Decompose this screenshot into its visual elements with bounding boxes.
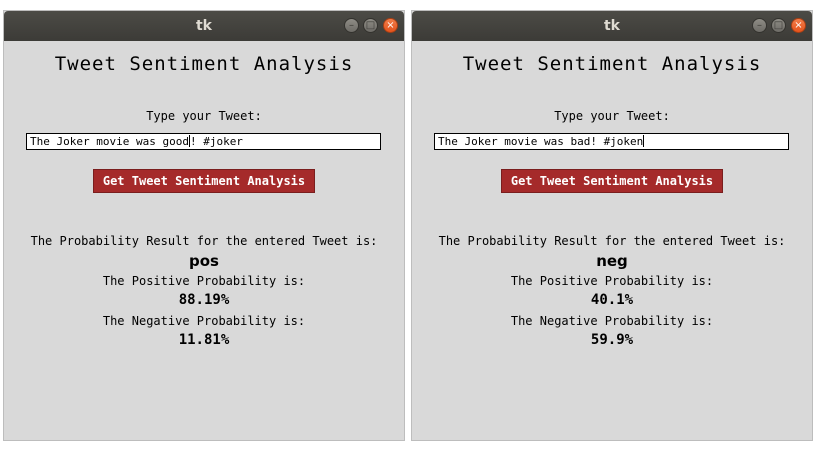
tweet-text-after-caret: ! #joker [189, 135, 243, 148]
get-sentiment-button[interactable]: Get Tweet Sentiment Analysis [501, 169, 723, 193]
maximize-icon[interactable]: □ [363, 18, 378, 33]
app-title: Tweet Sentiment Analysis [54, 53, 354, 75]
window-content: Tweet Sentiment Analysis Type your Tweet… [412, 41, 812, 440]
result-header: The Probability Result for the entered T… [30, 234, 378, 248]
tweet-text-before-caret: The Joker movie was good [30, 135, 189, 148]
minimize-icon[interactable]: – [752, 18, 767, 33]
negative-probability-label: The Negative Probability is: [510, 314, 714, 328]
get-sentiment-button[interactable]: Get Tweet Sentiment Analysis [93, 169, 315, 193]
result-header: The Probability Result for the entered T… [438, 234, 786, 248]
result-label-value: pos [189, 252, 219, 270]
app-title: Tweet Sentiment Analysis [462, 53, 762, 75]
minimize-icon[interactable]: – [344, 18, 359, 33]
negative-probability-label: The Negative Probability is: [102, 314, 306, 328]
positive-probability-value: 40.1% [590, 292, 634, 308]
positive-probability-value: 88.19% [178, 292, 230, 308]
window-titlebar[interactable]: tk – □ × [4, 11, 404, 41]
negative-probability-value: 11.81% [178, 332, 230, 348]
negative-probability-value: 59.9% [590, 332, 634, 348]
window-titlebar[interactable]: tk – □ × [412, 11, 812, 41]
tk-window-left: tk – □ × Tweet Sentiment Analysis Type y… [3, 10, 405, 441]
tweet-prompt-label: Type your Tweet: [146, 109, 262, 123]
result-label-value: neg [596, 252, 628, 270]
tweet-input[interactable]: The Joker movie was bad! #joken [434, 133, 789, 150]
tweet-prompt-label: Type your Tweet: [554, 109, 670, 123]
close-icon[interactable]: × [791, 18, 806, 33]
maximize-icon[interactable]: □ [771, 18, 786, 33]
text-caret [643, 135, 645, 147]
positive-probability-label: The Positive Probability is: [510, 274, 714, 288]
close-icon[interactable]: × [383, 18, 398, 33]
tweet-text-before-caret: The Joker movie was bad! #joken [438, 135, 644, 148]
positive-probability-label: The Positive Probability is: [102, 274, 306, 288]
tweet-input[interactable]: The Joker movie was good! #joker [26, 133, 381, 150]
window-content: Tweet Sentiment Analysis Type your Tweet… [4, 41, 404, 440]
tk-window-right: tk – □ × Tweet Sentiment Analysis Type y… [411, 10, 813, 441]
